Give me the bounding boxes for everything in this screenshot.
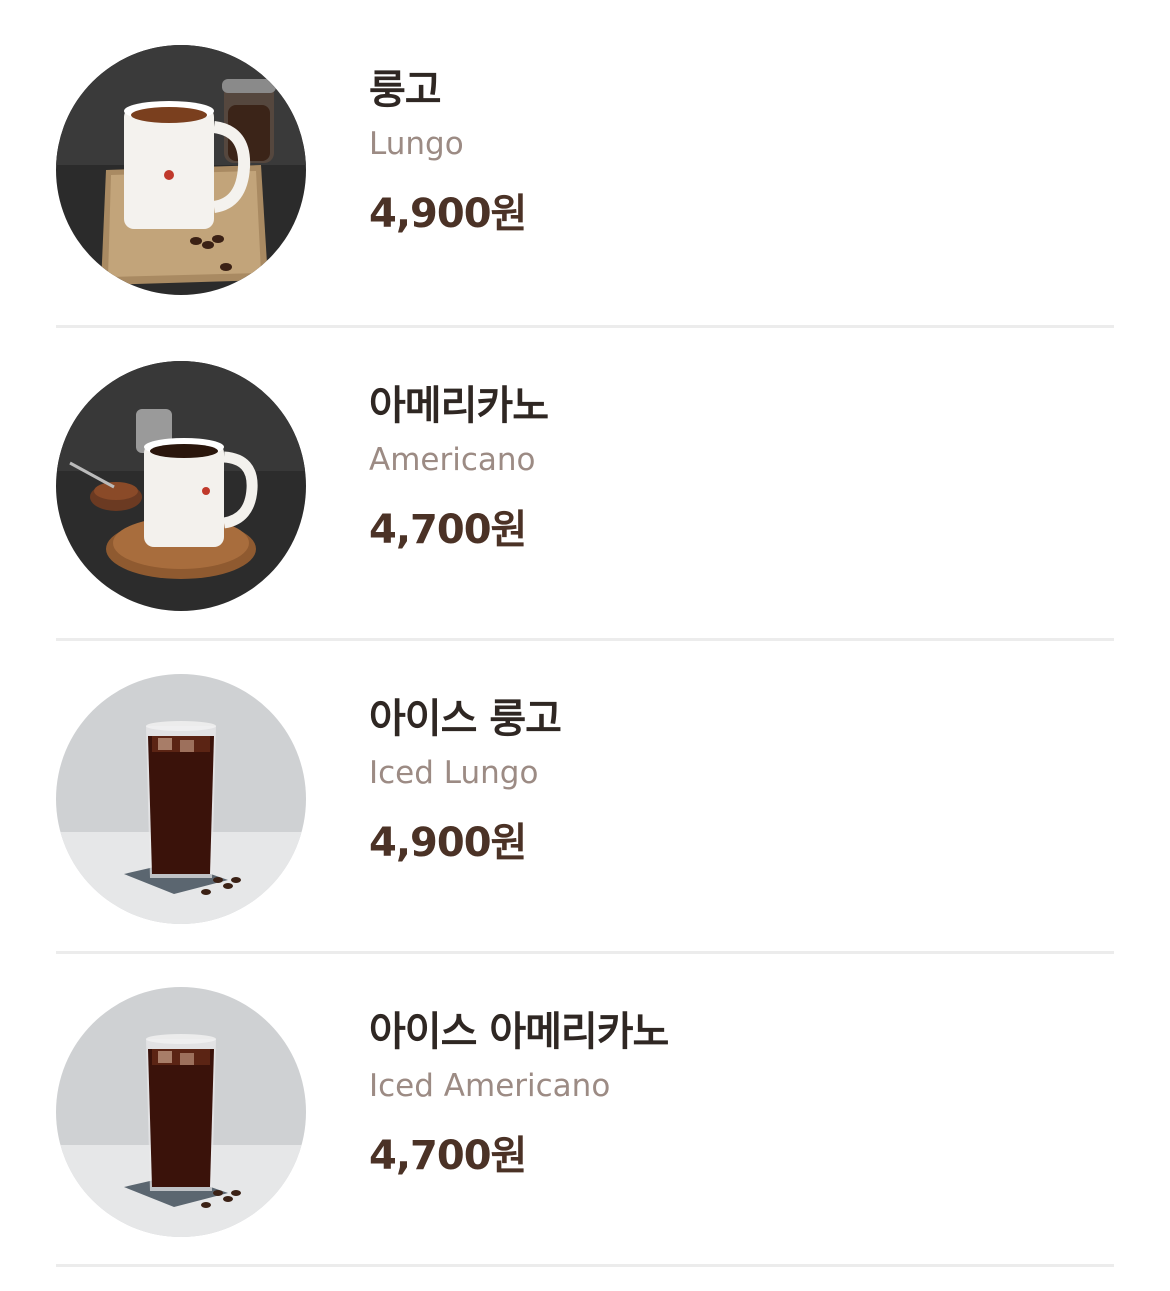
product-image-iced-americano[interactable] [56, 987, 306, 1237]
item-name-english: Americano [369, 442, 536, 478]
item-info: 아메리카노 Americano 4,700원 [369, 380, 549, 556]
item-price: 4,900원 [369, 191, 527, 237]
product-image-iced-lungo[interactable] [56, 674, 306, 924]
item-info: 아이스 아메리카노 Iced Americano 4,700원 [369, 1006, 669, 1182]
menu-item-iced-americano[interactable]: 아이스 아메리카노 Iced Americano 4,700원 [56, 954, 1114, 1267]
item-price: 4,900원 [369, 820, 527, 866]
iced-coffee-glass-photo [56, 674, 306, 924]
hot-coffee-mug-photo [56, 361, 306, 611]
item-name-korean: 룽고 [369, 67, 442, 113]
menu-item-americano[interactable]: 아메리카노 Americano 4,700원 [56, 328, 1114, 641]
item-name-korean: 아이스 아메리카노 [369, 1009, 669, 1055]
item-name-korean: 아이스 룽고 [369, 696, 562, 742]
menu-item-iced-lungo[interactable]: 아이스 룽고 Iced Lungo 4,900원 [56, 641, 1114, 954]
item-name-english: Lungo [369, 126, 464, 162]
iced-coffee-glass-photo [56, 987, 306, 1237]
product-image-americano[interactable] [56, 361, 306, 611]
menu-item-lungo[interactable]: 룽고 Lungo 4,900원 [56, 12, 1114, 328]
item-name-korean: 아메리카노 [369, 383, 549, 429]
item-name-english: Iced Americano [369, 1068, 611, 1104]
item-price: 4,700원 [369, 1133, 527, 1179]
item-info: 아이스 룽고 Iced Lungo 4,900원 [369, 693, 562, 869]
menu-list: 룽고 Lungo 4,900원 아메리카노 Americano 4,700원 아… [56, 12, 1114, 1267]
item-info: 룽고 Lungo 4,900원 [369, 64, 527, 240]
product-image-lungo[interactable] [56, 45, 306, 295]
hot-coffee-mug-photo [56, 45, 306, 295]
item-name-english: Iced Lungo [369, 755, 539, 791]
item-price: 4,700원 [369, 507, 527, 553]
